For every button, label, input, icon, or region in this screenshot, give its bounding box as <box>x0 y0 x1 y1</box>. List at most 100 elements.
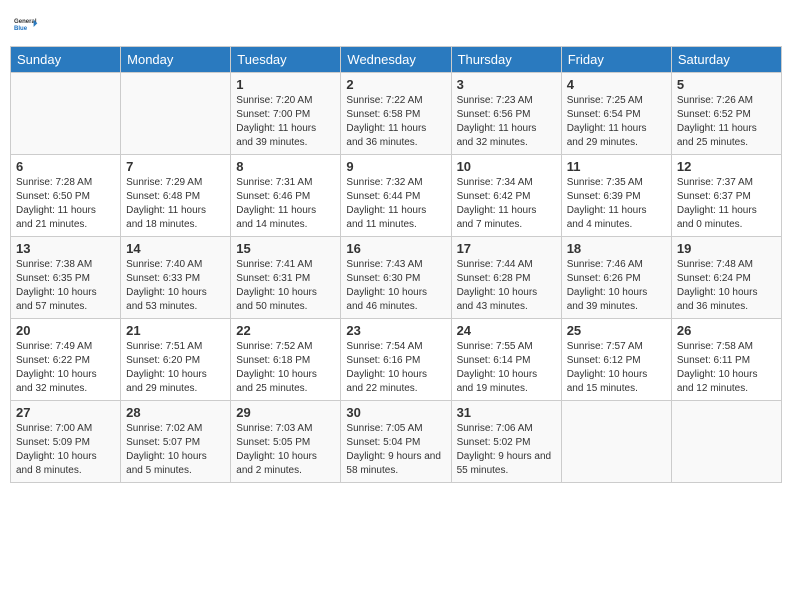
day-number: 27 <box>16 405 115 420</box>
calendar-cell: 4 Sunrise: 7:25 AM Sunset: 6:54 PM Daylig… <box>561 73 671 155</box>
day-info: Sunrise: 7:31 AM Sunset: 6:46 PM Dayligh… <box>236 176 335 232</box>
svg-text:Blue: Blue <box>14 26 28 32</box>
day-number: 25 <box>567 323 666 338</box>
calendar-cell: 31 Sunrise: 7:06 AM Sunset: 5:02 PM Dayli… <box>451 401 561 483</box>
calendar-cell: 10 Sunrise: 7:34 AM Sunset: 6:42 PM Dayli… <box>451 155 561 237</box>
day-info: Sunrise: 7:25 AM Sunset: 6:54 PM Dayligh… <box>567 94 666 150</box>
day-number: 6 <box>16 159 115 174</box>
day-number: 29 <box>236 405 335 420</box>
calendar-week-row: 13 Sunrise: 7:38 AM Sunset: 6:35 PM Dayli… <box>11 237 782 319</box>
calendar-cell: 2 Sunrise: 7:22 AM Sunset: 6:58 PM Daylig… <box>341 73 451 155</box>
day-info: Sunrise: 7:40 AM Sunset: 6:33 PM Dayligh… <box>126 258 225 314</box>
day-info: Sunrise: 7:34 AM Sunset: 6:42 PM Dayligh… <box>457 176 556 232</box>
day-number: 20 <box>16 323 115 338</box>
calendar-cell: 20Sunrise: 7:49 AM Sunset: 6:22 PM Dayli… <box>11 319 121 401</box>
calendar-week-row: 20Sunrise: 7:49 AM Sunset: 6:22 PM Dayli… <box>11 319 782 401</box>
calendar-cell: 6 Sunrise: 7:28 AM Sunset: 6:50 PM Daylig… <box>11 155 121 237</box>
calendar-cell: 7 Sunrise: 7:29 AM Sunset: 6:48 PM Daylig… <box>121 155 231 237</box>
calendar-cell: 21 Sunrise: 7:51 AM Sunset: 6:20 PM Dayli… <box>121 319 231 401</box>
weekday-header: Tuesday <box>231 47 341 73</box>
day-info: Sunrise: 7:46 AM Sunset: 6:26 PM Dayligh… <box>567 258 666 314</box>
day-number: 1 <box>236 77 335 92</box>
day-number: 14 <box>126 241 225 256</box>
day-info: Sunrise: 7:00 AM Sunset: 5:09 PM Dayligh… <box>16 422 115 478</box>
logo: GeneralBlue <box>14 10 42 38</box>
day-info: Sunrise: 7:52 AM Sunset: 6:18 PM Dayligh… <box>236 340 335 396</box>
day-number: 13 <box>16 241 115 256</box>
day-info: Sunrise: 7:54 AM Sunset: 6:16 PM Dayligh… <box>346 340 445 396</box>
day-number: 16 <box>346 241 445 256</box>
day-number: 11 <box>567 159 666 174</box>
day-number: 10 <box>457 159 556 174</box>
day-info: Sunrise: 7:44 AM Sunset: 6:28 PM Dayligh… <box>457 258 556 314</box>
day-number: 18 <box>567 241 666 256</box>
calendar-cell: 16Sunrise: 7:43 AM Sunset: 6:30 PM Dayli… <box>341 237 451 319</box>
calendar-week-row: 27 Sunrise: 7:00 AM Sunset: 5:09 PM Dayli… <box>11 401 782 483</box>
calendar-week-row: 6 Sunrise: 7:28 AM Sunset: 6:50 PM Daylig… <box>11 155 782 237</box>
calendar-cell: 14 Sunrise: 7:40 AM Sunset: 6:33 PM Dayli… <box>121 237 231 319</box>
calendar-cell: 30Sunrise: 7:05 AM Sunset: 5:04 PM Dayli… <box>341 401 451 483</box>
day-info: Sunrise: 7:41 AM Sunset: 6:31 PM Dayligh… <box>236 258 335 314</box>
calendar-cell: 11 Sunrise: 7:35 AM Sunset: 6:39 PM Dayli… <box>561 155 671 237</box>
calendar-cell: 19 Sunrise: 7:48 AM Sunset: 6:24 PM Dayli… <box>671 237 781 319</box>
calendar-table: SundayMondayTuesdayWednesdayThursdayFrid… <box>10 46 782 483</box>
day-info: Sunrise: 7:38 AM Sunset: 6:35 PM Dayligh… <box>16 258 115 314</box>
day-info: Sunrise: 7:29 AM Sunset: 6:48 PM Dayligh… <box>126 176 225 232</box>
day-number: 31 <box>457 405 556 420</box>
day-number: 21 <box>126 323 225 338</box>
day-number: 15 <box>236 241 335 256</box>
calendar-cell: 23Sunrise: 7:54 AM Sunset: 6:16 PM Dayli… <box>341 319 451 401</box>
calendar-cell: 1Sunrise: 7:20 AM Sunset: 7:00 PM Daylig… <box>231 73 341 155</box>
calendar-cell <box>11 73 121 155</box>
day-number: 24 <box>457 323 556 338</box>
day-info: Sunrise: 7:51 AM Sunset: 6:20 PM Dayligh… <box>126 340 225 396</box>
calendar-cell: 15 Sunrise: 7:41 AM Sunset: 6:31 PM Dayli… <box>231 237 341 319</box>
day-number: 7 <box>126 159 225 174</box>
calendar-cell: 8Sunrise: 7:31 AM Sunset: 6:46 PM Daylig… <box>231 155 341 237</box>
calendar-cell: 9 Sunrise: 7:32 AM Sunset: 6:44 PM Daylig… <box>341 155 451 237</box>
day-info: Sunrise: 7:05 AM Sunset: 5:04 PM Dayligh… <box>346 422 445 478</box>
day-number: 5 <box>677 77 776 92</box>
day-number: 2 <box>346 77 445 92</box>
day-info: Sunrise: 7:57 AM Sunset: 6:12 PM Dayligh… <box>567 340 666 396</box>
weekday-header: Friday <box>561 47 671 73</box>
day-info: Sunrise: 7:22 AM Sunset: 6:58 PM Dayligh… <box>346 94 445 150</box>
day-info: Sunrise: 7:06 AM Sunset: 5:02 PM Dayligh… <box>457 422 556 478</box>
calendar-cell: 26 Sunrise: 7:58 AM Sunset: 6:11 PM Dayli… <box>671 319 781 401</box>
day-info: Sunrise: 7:35 AM Sunset: 6:39 PM Dayligh… <box>567 176 666 232</box>
weekday-header: Sunday <box>11 47 121 73</box>
calendar-week-row: 1Sunrise: 7:20 AM Sunset: 7:00 PM Daylig… <box>11 73 782 155</box>
day-number: 12 <box>677 159 776 174</box>
day-info: Sunrise: 7:32 AM Sunset: 6:44 PM Dayligh… <box>346 176 445 232</box>
day-number: 22 <box>236 323 335 338</box>
page-header: GeneralBlue <box>10 10 782 38</box>
svg-text:General: General <box>14 19 37 25</box>
weekday-header: Wednesday <box>341 47 451 73</box>
calendar-cell: 13 Sunrise: 7:38 AM Sunset: 6:35 PM Dayli… <box>11 237 121 319</box>
day-info: Sunrise: 7:37 AM Sunset: 6:37 PM Dayligh… <box>677 176 776 232</box>
calendar-cell <box>121 73 231 155</box>
day-number: 17 <box>457 241 556 256</box>
day-number: 19 <box>677 241 776 256</box>
day-number: 4 <box>567 77 666 92</box>
day-info: Sunrise: 7:02 AM Sunset: 5:07 PM Dayligh… <box>126 422 225 478</box>
calendar-cell: 25 Sunrise: 7:57 AM Sunset: 6:12 PM Dayli… <box>561 319 671 401</box>
day-info: Sunrise: 7:03 AM Sunset: 5:05 PM Dayligh… <box>236 422 335 478</box>
calendar-cell: 22 Sunrise: 7:52 AM Sunset: 6:18 PM Dayli… <box>231 319 341 401</box>
calendar-cell: 12 Sunrise: 7:37 AM Sunset: 6:37 PM Dayli… <box>671 155 781 237</box>
calendar-cell: 27 Sunrise: 7:00 AM Sunset: 5:09 PM Dayli… <box>11 401 121 483</box>
calendar-cell: 28Sunrise: 7:02 AM Sunset: 5:07 PM Dayli… <box>121 401 231 483</box>
weekday-header: Monday <box>121 47 231 73</box>
day-number: 26 <box>677 323 776 338</box>
day-info: Sunrise: 7:48 AM Sunset: 6:24 PM Dayligh… <box>677 258 776 314</box>
calendar-cell: 29 Sunrise: 7:03 AM Sunset: 5:05 PM Dayli… <box>231 401 341 483</box>
day-info: Sunrise: 7:55 AM Sunset: 6:14 PM Dayligh… <box>457 340 556 396</box>
day-info: Sunrise: 7:58 AM Sunset: 6:11 PM Dayligh… <box>677 340 776 396</box>
day-info: Sunrise: 7:28 AM Sunset: 6:50 PM Dayligh… <box>16 176 115 232</box>
calendar-cell <box>671 401 781 483</box>
day-info: Sunrise: 7:26 AM Sunset: 6:52 PM Dayligh… <box>677 94 776 150</box>
day-info: Sunrise: 7:23 AM Sunset: 6:56 PM Dayligh… <box>457 94 556 150</box>
logo-icon: GeneralBlue <box>14 10 42 38</box>
day-number: 3 <box>457 77 556 92</box>
day-number: 9 <box>346 159 445 174</box>
